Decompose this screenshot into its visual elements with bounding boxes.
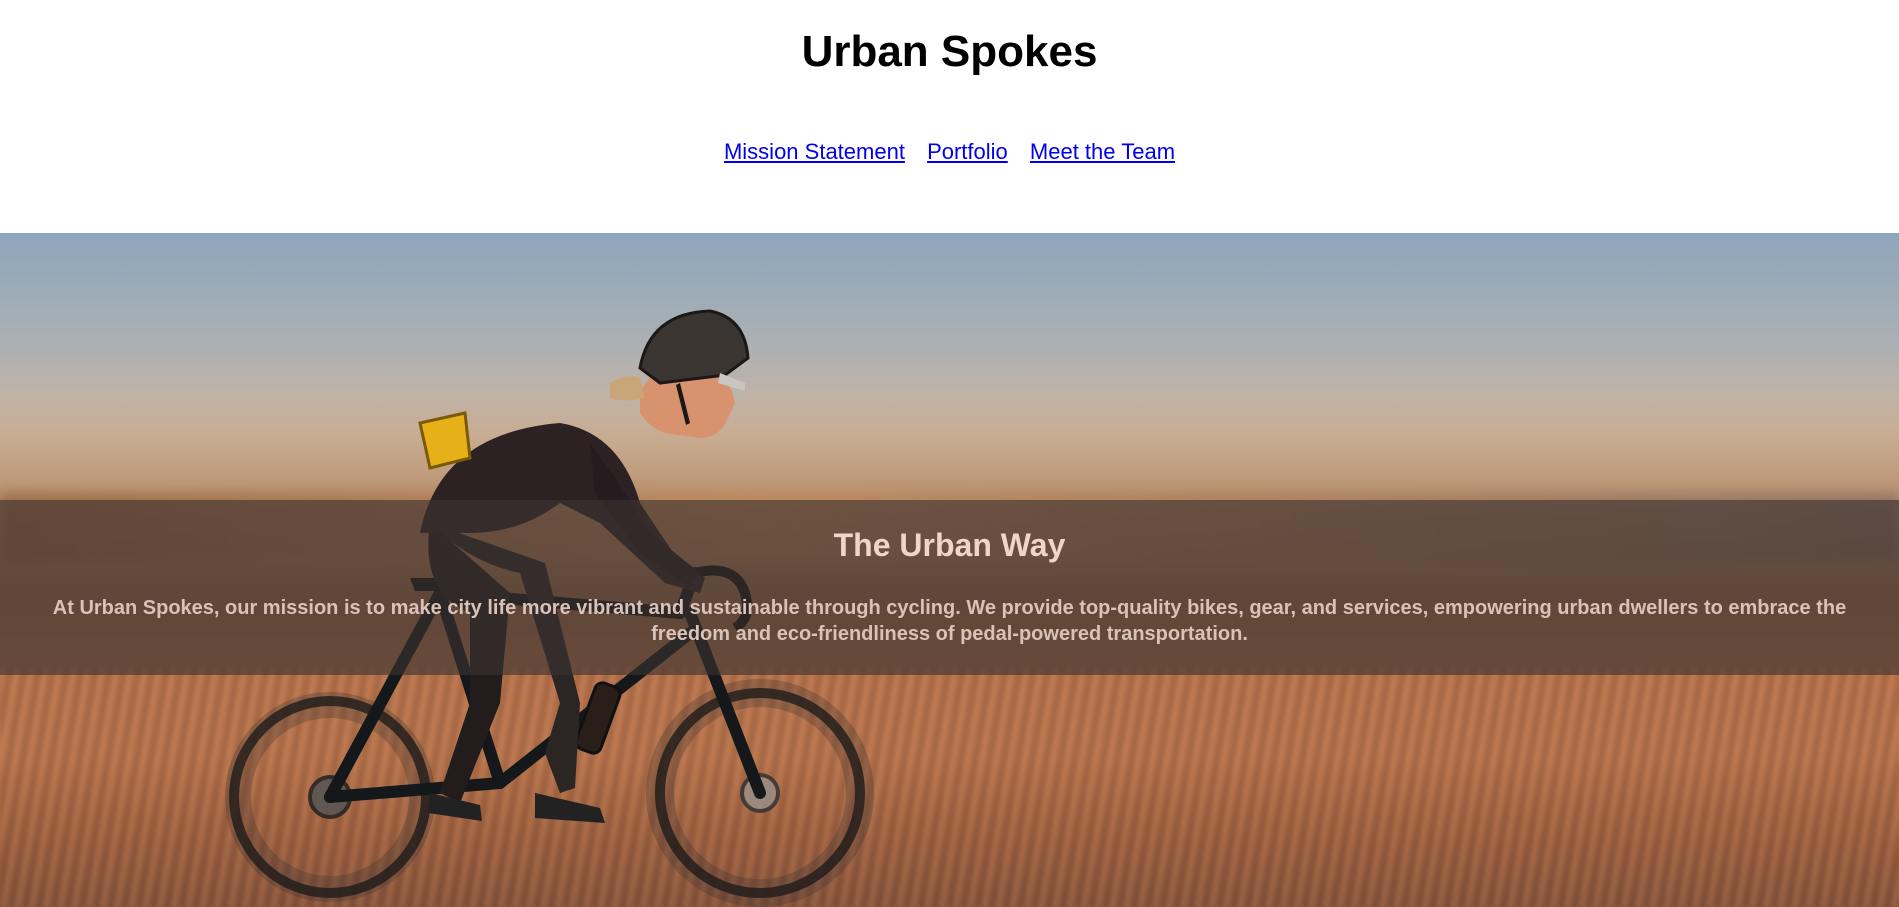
site-title: Urban Spokes <box>801 27 1098 76</box>
main-nav: Mission Statement Portfolio Meet the Tea… <box>0 139 1899 165</box>
nav-link-meet-the-team[interactable]: Meet the Team <box>1030 139 1175 164</box>
nav-link-portfolio[interactable]: Portfolio <box>927 139 1008 164</box>
mission-overlay: The Urban Way At Urban Spokes, our missi… <box>0 500 1899 675</box>
site-header: Urban Spokes Mission Statement Portfolio… <box>0 0 1899 233</box>
hero-section: The Urban Way At Urban Spokes, our missi… <box>0 233 1899 907</box>
nav-link-mission-statement[interactable]: Mission Statement <box>724 139 905 164</box>
mission-text: At Urban Spokes, our mission is to make … <box>52 597 1847 645</box>
hero-heading: The Urban Way <box>833 527 1066 563</box>
